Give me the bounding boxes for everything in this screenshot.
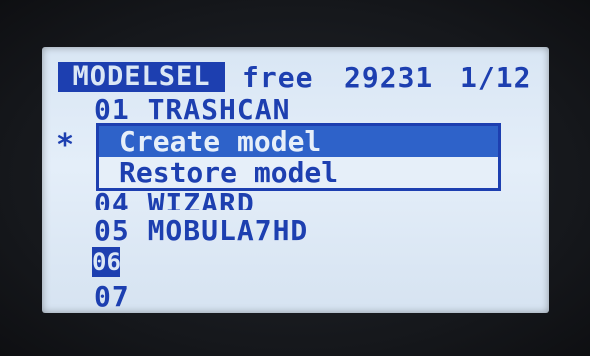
model-row-07[interactable]: 07 xyxy=(94,283,130,311)
free-memory-value: 29231 xyxy=(344,61,434,94)
model-row-04[interactable]: 04 WIZARD xyxy=(94,190,255,210)
model-popup-menu: Create model Restore model xyxy=(96,123,501,191)
page-indicator: 1/12 xyxy=(460,61,532,94)
model-row-05[interactable]: 05 MOBULA7HD xyxy=(94,217,308,245)
page-title: MODELSEL xyxy=(58,62,225,92)
lcd-screen: MODELSEL free 29231 1/12 01 TRASHCAN * 0… xyxy=(42,47,549,313)
create-model-menu-item[interactable]: Create model xyxy=(99,126,498,157)
restore-model-menu-item[interactable]: Restore model xyxy=(99,157,498,188)
model-row-01[interactable]: 01 TRASHCAN xyxy=(94,96,290,124)
current-model-marker: * xyxy=(56,128,75,163)
free-memory-label: free xyxy=(242,61,314,94)
model-row-06-selected[interactable]: 06 xyxy=(92,247,121,277)
